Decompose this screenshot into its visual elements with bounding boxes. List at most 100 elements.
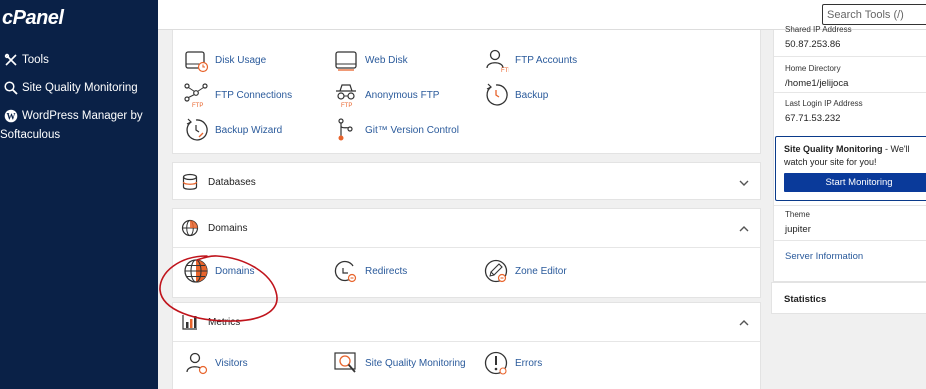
home-directory-block: Home Directory /home1/jelijoca: [785, 64, 848, 89]
magnifier-icon: [4, 81, 18, 95]
panel-title: Domains: [208, 222, 248, 234]
backup-wizard-icon: [183, 117, 209, 143]
tool-label: Errors: [515, 357, 543, 369]
tool-label: Backup Wizard: [215, 124, 283, 136]
web-disk-icon: [333, 47, 359, 73]
tools-icon: [4, 53, 18, 67]
info-label: Home Directory: [785, 64, 841, 73]
panel-header[interactable]: Domains: [181, 209, 247, 247]
info-value: /home1/jelijoca: [785, 78, 849, 89]
tool-site-quality-monitoring[interactable]: Site Quality Monitoring: [333, 350, 466, 376]
chevron-up-icon[interactable]: [738, 316, 750, 328]
panel-divider: [173, 341, 760, 342]
git-icon: [333, 117, 359, 143]
ftp-connections-icon: FTP: [183, 82, 209, 109]
tool-label: Site Quality Monitoring: [365, 357, 466, 369]
tool-disk-usage[interactable]: Disk Usage: [183, 47, 266, 73]
tool-label: Redirects: [365, 265, 408, 277]
tool-label: Anonymous FTP: [365, 89, 440, 101]
promo-text: Site Quality Monitoring - We'll watch yo…: [784, 143, 926, 169]
zone-editor-icon: [483, 258, 509, 284]
theme-block: Theme jupiter: [785, 210, 811, 235]
tool-label: Disk Usage: [215, 54, 267, 66]
tool-domains[interactable]: Domains: [183, 258, 254, 284]
backup-icon: [483, 82, 509, 108]
sidebar-item-wordpress-manager[interactable]: W WordPress Manager by Softaculous: [0, 107, 154, 141]
panel-title: Databases: [208, 176, 256, 188]
info-value: 50.87.253.86: [785, 39, 841, 50]
info-label: Theme: [785, 210, 810, 219]
sidebar-item-label-continued: Softaculous: [0, 129, 61, 141]
tool-label: Backup: [515, 89, 549, 101]
tool-backup[interactable]: Backup: [483, 82, 548, 108]
sidebar-item-label: WordPress Manager by: [22, 110, 143, 122]
domains-globe-icon: [183, 258, 209, 284]
svg-text:FTP: FTP: [341, 103, 352, 108]
cpanel-logo[interactable]: cPanel: [2, 7, 64, 30]
promo-title: Site Quality Monitoring: [784, 144, 883, 154]
sidebar-item-label: Site Quality Monitoring: [22, 82, 138, 94]
chevron-up-icon[interactable]: [738, 222, 750, 234]
chevron-down-icon[interactable]: [738, 176, 750, 188]
tool-git-version-control[interactable]: Git™ Version Control: [333, 117, 459, 143]
metrics-chart-icon: [181, 313, 199, 331]
shared-ip-block: Shared IP Address 50.87.253.86: [785, 25, 852, 50]
files-panel: Disk Usage Web Disk FTP FTP Accounts FTP…: [172, 30, 761, 154]
tool-web-disk[interactable]: Web Disk: [333, 47, 408, 73]
info-value: 67.71.53.232: [785, 113, 841, 124]
panel-divider: [173, 247, 760, 248]
domains-panel: Domains Domains Redirects Zone Editor: [172, 208, 761, 298]
panel-title: Metrics: [208, 316, 241, 328]
redirects-icon: [333, 258, 359, 284]
tool-label: Domains: [215, 265, 255, 277]
tool-anonymous-ftp[interactable]: FTP Anonymous FTP: [333, 82, 440, 109]
sidebar-item-label: Tools: [22, 54, 49, 66]
svg-text:FTP: FTP: [192, 103, 203, 108]
site-quality-monitoring-promo: Site Quality Monitoring - We'll watch yo…: [775, 136, 926, 201]
svg-text:W: W: [7, 112, 16, 122]
tool-label: Visitors: [215, 357, 248, 369]
tool-label: FTP Accounts: [515, 54, 578, 66]
info-label: Last Login IP Address: [785, 99, 863, 108]
panel-header: Databases: [181, 163, 256, 201]
globe-icon: [181, 219, 199, 237]
info-label: Shared IP Address: [785, 25, 852, 34]
statistics-title: Statistics: [784, 294, 827, 305]
sidebar-item-tools[interactable]: Tools: [4, 51, 49, 70]
tool-backup-wizard[interactable]: Backup Wizard: [183, 117, 282, 143]
info-divider: [774, 240, 926, 241]
tool-zone-editor[interactable]: Zone Editor: [483, 258, 567, 284]
start-monitoring-button[interactable]: Start Monitoring: [784, 173, 926, 192]
databases-panel[interactable]: Databases: [172, 162, 761, 200]
info-divider: [774, 56, 926, 57]
tool-label: FTP Connections: [215, 89, 293, 101]
sidebar: cPanel Tools Site Quality Monitoring W W…: [0, 0, 158, 389]
errors-icon: [483, 350, 509, 376]
last-login-block: Last Login IP Address 67.71.53.232: [785, 99, 863, 124]
sidebar-item-site-quality-monitoring[interactable]: Site Quality Monitoring: [4, 79, 138, 98]
disk-usage-icon: [183, 47, 209, 73]
metrics-panel: Metrics Visitors Site Quality Monitoring…: [172, 302, 761, 389]
wordpress-icon: W: [4, 109, 18, 123]
statistics-panel[interactable]: Statistics: [771, 282, 926, 314]
database-icon: [181, 173, 199, 191]
tool-label: Web Disk: [365, 54, 408, 66]
tool-visitors[interactable]: Visitors: [183, 350, 248, 376]
server-information-link[interactable]: Server Information: [785, 251, 863, 262]
svg-text:FTP: FTP: [501, 68, 509, 73]
tool-label: Zone Editor: [515, 265, 567, 277]
visitors-icon: [183, 350, 209, 376]
tool-label: Git™ Version Control: [365, 124, 459, 136]
panel-header[interactable]: Metrics: [181, 303, 240, 341]
tool-ftp-accounts[interactable]: FTP FTP Accounts: [483, 47, 578, 74]
info-divider: [774, 92, 926, 93]
info-value: jupiter: [785, 224, 811, 235]
search-tools-input[interactable]: [822, 4, 926, 25]
tool-ftp-connections[interactable]: FTP FTP Connections: [183, 82, 293, 109]
ftp-accounts-icon: FTP: [483, 47, 512, 74]
info-divider: [774, 205, 926, 206]
site-quality-icon: [333, 350, 359, 376]
tool-redirects[interactable]: Redirects: [333, 258, 407, 284]
anonymous-ftp-icon: FTP: [333, 82, 359, 109]
tool-errors[interactable]: Errors: [483, 350, 542, 376]
